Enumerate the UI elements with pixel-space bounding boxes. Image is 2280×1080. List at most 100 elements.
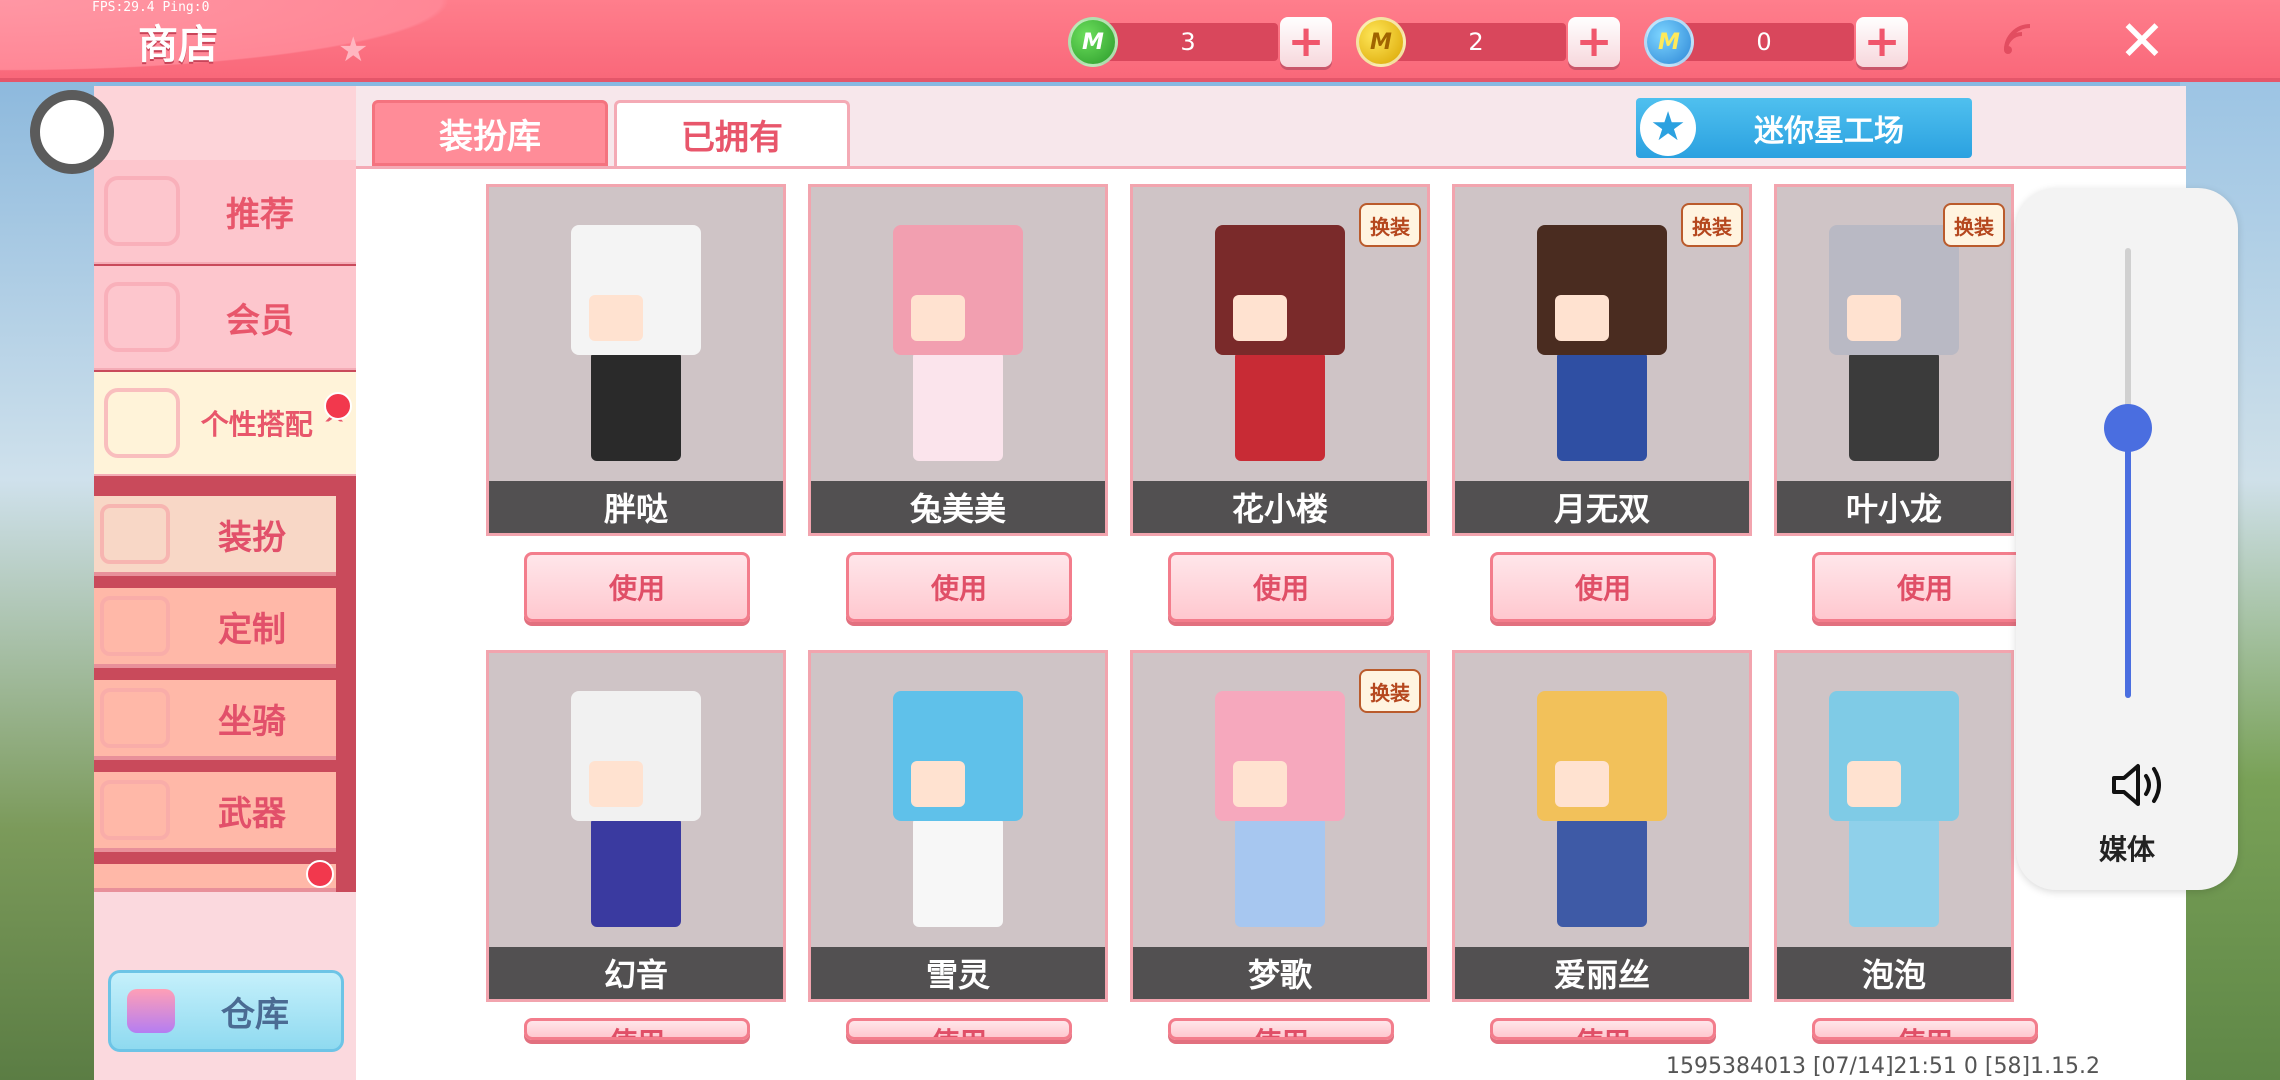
use-button[interactable]: 使用 — [524, 552, 750, 622]
character-figure — [1809, 225, 1979, 485]
floating-assist-button[interactable] — [30, 90, 114, 174]
gun-icon — [100, 780, 170, 840]
mini-workshop-button[interactable]: ★ 迷你星工场 — [1636, 98, 1972, 158]
sidebar-subitem-mount[interactable]: 坐骑 — [94, 680, 336, 760]
swap-outfit-badge: 换装 — [1681, 203, 1743, 247]
sidebar: 推荐 会员 个性搭配 ^ 装扮 定制 坐骑 武器 — [94, 86, 356, 1080]
use-button[interactable]: 使用 — [1168, 1018, 1394, 1040]
use-button[interactable]: 使用 — [1812, 552, 2038, 622]
member-card-icon — [104, 282, 180, 352]
sidebar-header — [94, 86, 356, 160]
character-figure — [1809, 691, 1979, 951]
tab-outfit-library[interactable]: 装扮库 — [372, 100, 608, 166]
outfit-name: 花小楼 — [1133, 481, 1427, 533]
currency-blue: M 0 + — [1644, 17, 1908, 67]
outfit-name: 叶小龙 — [1777, 481, 2011, 533]
sidebar-subitem-weapon[interactable]: 武器 — [94, 772, 336, 852]
use-button[interactable]: 使用 — [1812, 1018, 2038, 1040]
character-face — [589, 295, 643, 341]
outfit-name: 兔美美 — [811, 481, 1105, 533]
outfit-card[interactable]: 换装叶小龙 — [1774, 184, 2014, 536]
character-face — [1847, 295, 1901, 341]
outfit-card[interactable]: 爱丽丝 — [1452, 650, 1752, 1002]
blue-mini-coin-icon: M — [1644, 17, 1694, 67]
use-button[interactable]: 使用 — [846, 552, 1072, 622]
volume-slider-handle[interactable] — [2104, 404, 2152, 452]
volume-panel: 媒体 — [2016, 188, 2238, 890]
gold-mini-coin-icon: M — [1356, 17, 1406, 67]
notification-dot — [324, 392, 352, 420]
game-background-left — [0, 80, 96, 1080]
outfit-name: 胖哒 — [489, 481, 783, 533]
outfit-card[interactable]: 雪灵 — [808, 650, 1108, 1002]
use-button[interactable]: 使用 — [524, 1018, 750, 1040]
treasure-chest-icon — [127, 989, 175, 1033]
character-body — [1849, 817, 1939, 927]
outfit-card[interactable]: 换装月无双 — [1452, 184, 1752, 536]
outfit-card[interactable]: 胖哒 — [486, 184, 786, 536]
character-body — [913, 351, 1003, 461]
character-face — [911, 761, 965, 807]
warehouse-label: 仓库 — [221, 994, 289, 1035]
outfit-card[interactable]: 泡泡 — [1774, 650, 2014, 1002]
outfit-card[interactable]: 换装花小楼 — [1130, 184, 1430, 536]
page-title: 商店 — [138, 22, 218, 68]
character-figure — [873, 691, 1043, 951]
use-button[interactable]: 使用 — [1490, 552, 1716, 622]
outfit-name: 月无双 — [1455, 481, 1749, 533]
workshop-label: 迷你星工场 — [1754, 114, 1904, 149]
warehouse-button[interactable]: 仓库 — [108, 970, 344, 1052]
character-face — [1847, 761, 1901, 807]
sidebar-subitem-label: 定制 — [218, 609, 286, 650]
sidebar-item-personal-style[interactable]: 个性搭配 ^ — [94, 372, 356, 476]
close-icon[interactable]: ✕ — [2114, 14, 2170, 70]
character-body — [913, 817, 1003, 927]
currency-amount: 0 — [1674, 23, 1854, 61]
character-body — [1849, 351, 1939, 461]
add-gold-currency-button[interactable]: + — [1568, 17, 1620, 67]
sidebar-subitem-outfit[interactable]: 装扮 — [94, 496, 336, 576]
sidebar-item-membership[interactable]: 会员 — [94, 266, 356, 370]
signal-icon — [2004, 24, 2031, 54]
add-green-currency-button[interactable]: + — [1280, 17, 1332, 67]
saddle-icon — [100, 688, 170, 748]
sidebar-subitem-label: 武器 — [218, 793, 286, 834]
swap-outfit-badge: 换装 — [1943, 203, 2005, 247]
green-mini-coin-icon: M — [1068, 17, 1118, 67]
sidebar-subitem-custom[interactable]: 定制 — [94, 588, 336, 668]
use-button[interactable]: 使用 — [846, 1018, 1072, 1040]
character-face — [911, 295, 965, 341]
gem-icon — [104, 388, 180, 458]
character-body — [1557, 817, 1647, 927]
sidebar-subitem-label: 坐骑 — [218, 701, 286, 742]
sidebar-item-label: 推荐 — [226, 194, 294, 235]
tab-owned[interactable]: 已拥有 — [614, 100, 850, 166]
character-figure — [1195, 691, 1365, 951]
use-button[interactable]: 使用 — [1168, 552, 1394, 622]
sidebar-subitem-label: 装扮 — [218, 517, 286, 558]
add-blue-currency-button[interactable]: + — [1856, 17, 1908, 67]
character-face — [1233, 761, 1287, 807]
swap-outfit-badge: 换装 — [1359, 203, 1421, 247]
shirt-icon — [100, 504, 170, 564]
character-face — [1233, 295, 1287, 341]
notification-dot — [306, 860, 334, 888]
use-button[interactable]: 使用 — [1490, 1018, 1716, 1040]
character-figure — [551, 691, 721, 951]
character-body — [1235, 817, 1325, 927]
character-face — [1555, 295, 1609, 341]
character-figure — [551, 225, 721, 485]
outfit-card[interactable]: 幻音 — [486, 650, 786, 1002]
build-info: 1595384013 [07/14]21:51 0 [58]1.15.2 — [1666, 1054, 2101, 1079]
currency-amount: 2 — [1386, 23, 1566, 61]
character-figure — [1517, 691, 1687, 951]
sidebar-item-recommended[interactable]: 推荐 — [94, 160, 356, 264]
volume-label: 媒体 — [2098, 833, 2155, 866]
sidebar-subitem-partial[interactable] — [94, 864, 336, 892]
character-figure — [1517, 225, 1687, 485]
character-body — [1557, 351, 1647, 461]
outfit-name: 雪灵 — [811, 947, 1105, 999]
outfit-card[interactable]: 兔美美 — [808, 184, 1108, 536]
outfit-card[interactable]: 换装 梦歌 — [1130, 650, 1430, 1002]
speaker-icon[interactable] — [2108, 760, 2168, 810]
